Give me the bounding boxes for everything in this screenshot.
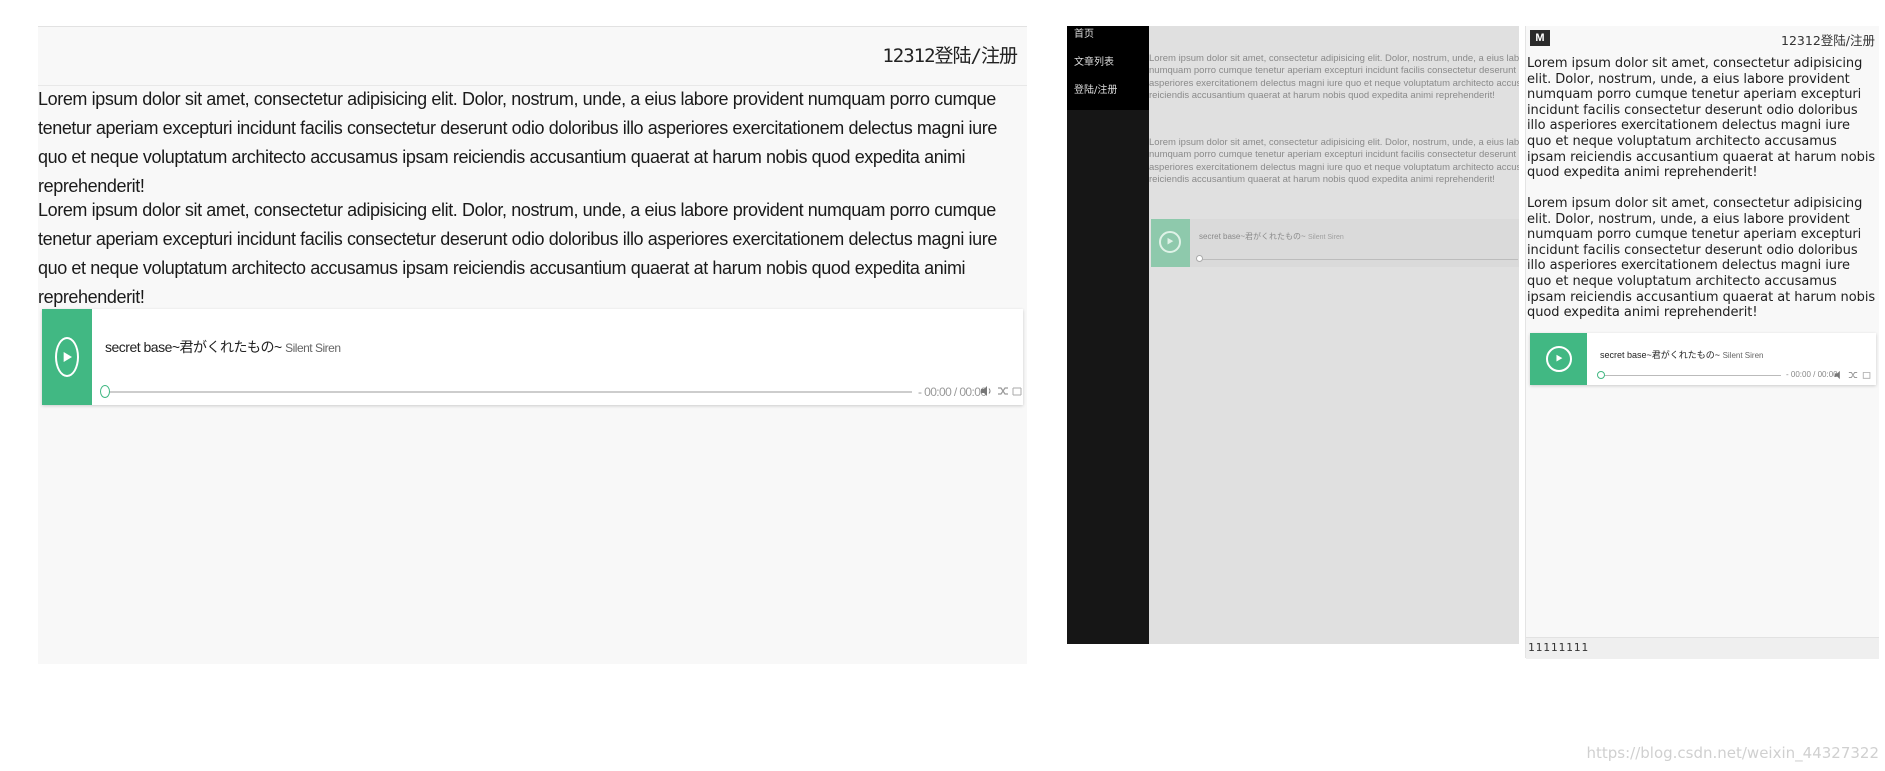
article-paragraph-2: Lorem ipsum dolor sit amet, consectetur … [1149, 137, 1519, 186]
sidebar-item-articles[interactable]: 文章列表 [1074, 53, 1114, 68]
menu-icon[interactable] [1012, 385, 1023, 397]
play-icon [1556, 354, 1563, 362]
watermark-text: https://blog.csdn.net/weixin_44327322 [1586, 744, 1879, 762]
music-player: secret base~君がくれたもの~ Silent Siren [1151, 219, 1519, 267]
progress-bar[interactable] [1200, 259, 1518, 260]
menu-toggle-logo[interactable]: M [1530, 30, 1550, 46]
time-display: - 00:00 / 00:00 [918, 385, 987, 399]
music-player: secret base~君がくれたもの~ Silent Siren - 00:0… [42, 309, 1023, 405]
progress-bar[interactable] [104, 391, 912, 393]
article-paragraph-2: Lorem ipsum dolor sit amet, consectetur … [38, 200, 997, 307]
time-display: - 00:00 / 00:00 [1786, 370, 1838, 379]
play-icon [1167, 237, 1174, 245]
volume-icon[interactable] [980, 385, 992, 397]
article-paragraph-1: Lorem ipsum dolor sit amet, consectetur … [38, 89, 997, 196]
article-paragraph-2: Lorem ipsum dolor sit amet, consectetur … [1527, 196, 1876, 321]
song-info: secret base~君がくれたもの~ Silent Siren [105, 337, 341, 357]
music-player: secret base~君がくれたもの~ Silent Siren - 00:0… [1530, 333, 1876, 385]
player-cover[interactable] [1530, 333, 1587, 385]
volume-icon[interactable] [1834, 370, 1844, 380]
song-info: secret base~君がくれたもの~ Silent Siren [1600, 348, 1763, 361]
song-artist: Silent Siren [285, 341, 341, 355]
login-register-link[interactable]: 12312登陆/注册 [882, 41, 1018, 68]
menu-icon[interactable] [1862, 370, 1872, 380]
sidebar-item-home[interactable]: 首页 [1074, 25, 1094, 40]
play-button[interactable] [55, 337, 79, 377]
shuffle-icon[interactable] [997, 385, 1009, 397]
song-title: secret base~君がくれたもの~ [1600, 350, 1721, 360]
player-cover[interactable] [42, 309, 92, 405]
progress-knob[interactable] [1196, 255, 1203, 262]
song-title: secret base~君がくれたもの~ [105, 339, 282, 355]
song-title: secret base~君がくれたもの~ [1199, 232, 1306, 241]
shuffle-icon[interactable] [1848, 370, 1858, 380]
article-paragraph-1: Lorem ipsum dolor sit amet, consectetur … [1527, 56, 1876, 181]
mobile-view: M 12312登陆/注册 Lorem ipsum dolor sit amet,… [1525, 26, 1879, 659]
play-button[interactable] [1159, 231, 1181, 253]
sidebar: 首页 文章列表 登陆/注册 [1067, 26, 1149, 644]
song-info: secret base~君がくれたもの~ Silent Siren [1199, 231, 1344, 242]
progress-bar[interactable] [1601, 375, 1781, 376]
page-footer: 11111111 [1526, 637, 1879, 659]
screenshot-canvas: 12312登陆/注册 Lorem ipsum dolor sit amet, c… [0, 0, 1885, 771]
play-icon [63, 352, 72, 362]
footer-text: 11111111 [1528, 641, 1589, 654]
song-artist: Silent Siren [1307, 234, 1344, 241]
mobile-sidebar-view: 首页 文章列表 登陆/注册 Lorem ipsum dolor sit amet… [1067, 26, 1519, 644]
dimmed-content: Lorem ipsum dolor sit amet, consectetur … [1149, 26, 1519, 644]
progress-knob[interactable] [1597, 371, 1605, 379]
progress-knob[interactable] [100, 385, 110, 398]
article-paragraph-1: Lorem ipsum dolor sit amet, consectetur … [1149, 53, 1519, 102]
login-register-link[interactable]: 12312登陆/注册 [1781, 30, 1875, 49]
sidebar-item-login[interactable]: 登陆/注册 [1074, 81, 1117, 96]
song-artist: Silent Siren [1722, 351, 1764, 360]
desktop-header: 12312登陆/注册 [38, 27, 1027, 86]
desktop-view: 12312登陆/注册 Lorem ipsum dolor sit amet, c… [38, 26, 1027, 664]
player-cover[interactable] [1151, 219, 1190, 267]
play-button[interactable] [1546, 346, 1572, 372]
